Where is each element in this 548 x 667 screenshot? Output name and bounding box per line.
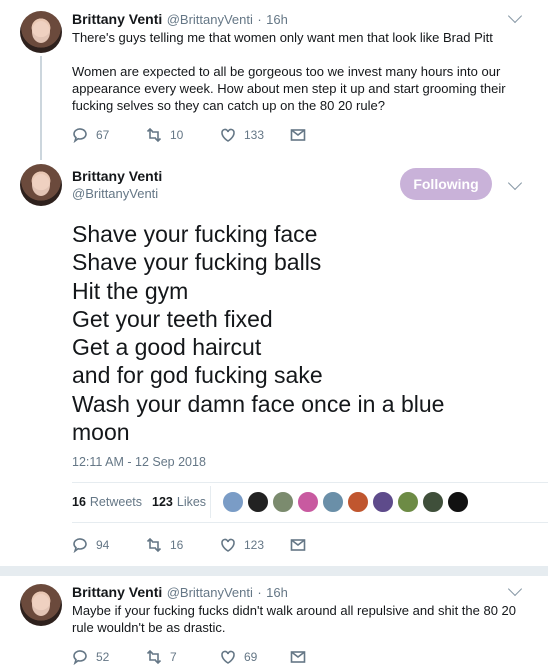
following-button[interactable]: Following: [400, 168, 492, 200]
author-handle[interactable]: @BrittanyVenti: [72, 186, 162, 201]
retweet-icon: [146, 127, 162, 143]
avatar[interactable]: [20, 584, 62, 626]
liker-avatar[interactable]: [422, 491, 444, 513]
reply-icon: [73, 538, 87, 553]
reply-icon: [73, 128, 87, 143]
like-count: 133: [244, 128, 265, 142]
liker-avatar[interactable]: [397, 491, 419, 513]
liker-avatar[interactable]: [347, 491, 369, 513]
section-divider: [0, 566, 548, 576]
tweet-text: Maybe if your fucking fucks didn't walk …: [72, 603, 517, 635]
reply-button[interactable]: 94: [72, 536, 109, 554]
separator-dot: ·: [257, 12, 262, 27]
mail-icon: [290, 539, 306, 551]
reply-count: 67: [96, 128, 110, 142]
like-total[interactable]: 123: [152, 495, 173, 509]
reply-button[interactable]: 52: [72, 648, 109, 666]
author-name[interactable]: Brittany Venti: [72, 584, 162, 600]
liker-avatar[interactable]: [372, 491, 394, 513]
avatar[interactable]: [20, 11, 62, 53]
mail-icon: [290, 129, 306, 141]
tweet-time[interactable]: 16h: [266, 12, 288, 27]
divider: [210, 486, 211, 518]
like-count: 123: [244, 538, 265, 552]
reply-button[interactable]: 67: [72, 126, 109, 144]
separator-dot: ·: [257, 585, 262, 600]
liker-avatar[interactable]: [322, 491, 344, 513]
retweet-count: 10: [170, 128, 184, 142]
author-name[interactable]: Brittany Venti: [72, 11, 162, 27]
tweet-timestamp[interactable]: 12:11 AM - 12 Sep 2018: [72, 455, 206, 469]
like-button[interactable]: 133: [220, 126, 264, 144]
liker-avatar[interactable]: [447, 491, 469, 513]
retweet-button[interactable]: 10: [146, 126, 183, 144]
retweet-count: 7: [170, 650, 177, 664]
retweet-count: 16: [170, 538, 184, 552]
like-label[interactable]: Likes: [177, 495, 206, 509]
thread-line: [40, 150, 42, 160]
dm-button[interactable]: [290, 536, 306, 554]
retweet-icon: [146, 537, 162, 553]
tweet-stats: 16 Retweets 123 Likes: [72, 495, 206, 509]
mail-icon: [290, 651, 306, 663]
tweet-1[interactable]: Brittany Venti @BrittanyVenti · 16h Ther…: [0, 0, 548, 150]
chevron-down-icon[interactable]: [507, 581, 523, 597]
liker-avatar[interactable]: [222, 491, 244, 513]
reply-count: 52: [96, 650, 110, 664]
like-button[interactable]: 123: [220, 536, 264, 554]
divider: [72, 522, 548, 523]
dm-button[interactable]: [290, 648, 306, 666]
tweet-text: Shave your fucking face Shave your fucki…: [72, 221, 445, 446]
heart-icon: [221, 538, 235, 552]
chevron-down-icon[interactable]: [507, 8, 523, 24]
retweet-button[interactable]: 7: [146, 648, 177, 666]
liker-avatars[interactable]: [222, 491, 472, 513]
retweet-total[interactable]: 16: [72, 495, 86, 509]
thread-line: [40, 56, 42, 150]
author-name[interactable]: Brittany Venti: [72, 168, 162, 184]
author-handle[interactable]: @BrittanyVenti: [167, 585, 253, 600]
divider: [72, 482, 548, 483]
retweet-label[interactable]: Retweets: [90, 495, 142, 509]
reply-count: 94: [96, 538, 110, 552]
liker-avatar[interactable]: [272, 491, 294, 513]
reply-icon: [73, 650, 87, 665]
retweet-icon: [146, 649, 162, 665]
avatar[interactable]: [20, 164, 62, 206]
tweet-text: There's guys telling me that women only …: [72, 30, 506, 113]
heart-icon: [221, 650, 235, 664]
liker-avatar[interactable]: [247, 491, 269, 513]
tweet-time[interactable]: 16h: [266, 585, 288, 600]
like-button[interactable]: 69: [220, 648, 257, 666]
dm-button[interactable]: [290, 126, 306, 144]
retweet-button[interactable]: 16: [146, 536, 183, 554]
like-count: 69: [244, 650, 258, 664]
heart-icon: [221, 128, 235, 142]
tweet-3[interactable]: Brittany Venti @BrittanyVenti · 16h Mayb…: [0, 576, 548, 667]
author-handle[interactable]: @BrittanyVenti: [167, 12, 253, 27]
liker-avatar[interactable]: [297, 491, 319, 513]
